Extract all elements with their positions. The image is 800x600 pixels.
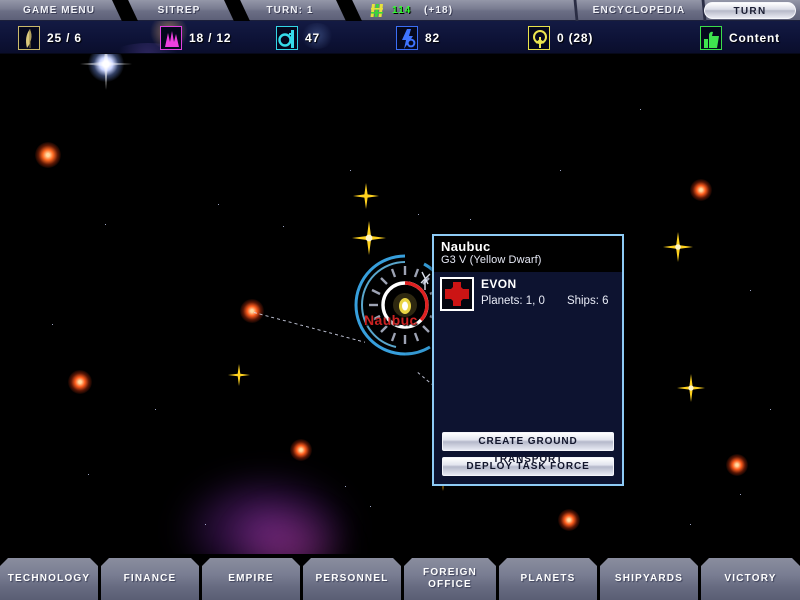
energy-icon [276, 25, 298, 50]
system-name: Naubuc [441, 239, 491, 254]
resource-research[interactable]: 82 [396, 25, 440, 50]
system-map-label: Naubuc [364, 312, 418, 328]
bg-star [418, 214, 419, 215]
bg-star [218, 204, 219, 205]
bg-star [560, 170, 561, 171]
morale-icon [700, 25, 722, 50]
star-yellow-2[interactable] [353, 183, 379, 209]
resource-intel-value: 0 (28) [557, 30, 594, 45]
star-yellow-6[interactable] [228, 364, 250, 386]
star-red-5[interactable] [290, 439, 312, 461]
resource-energy[interactable]: 47 [276, 25, 320, 50]
star-red-4[interactable] [690, 179, 712, 201]
bottom-tab-bar: TECHNOLOGY FINANCE EMPIRE PERSONNEL FORE… [0, 554, 800, 600]
encyclopedia-button[interactable]: ENCYCLOPEDIA [580, 0, 698, 21]
top-menu-bar: GAME MENU SITREP TURN: 1 114 (+18) ENCYC… [0, 0, 800, 21]
tab-foreign-office[interactable]: FOREIGN OFFICE [404, 558, 496, 600]
galaxy-map[interactable]: Naubuc Naubuc G3 V (Yellow Dwarf) EVON P… [0, 54, 800, 554]
tab-victory[interactable]: VICTORY [701, 558, 800, 600]
resource-food-value: 25 / 6 [47, 30, 82, 45]
bg-star [205, 524, 206, 525]
fleet-strength-icon [370, 4, 383, 17]
owner-row: EVON Planets: 1, 0 Ships: 6 [434, 272, 622, 311]
bg-star [750, 290, 751, 291]
resource-research-value: 82 [425, 30, 440, 45]
panel-header: Naubuc G3 V (Yellow Dwarf) [434, 236, 622, 272]
owner-name: EVON [481, 277, 517, 291]
research-icon [396, 25, 418, 50]
star-yellow-5[interactable] [677, 374, 705, 402]
planets-count: Planets: 1, 0 [481, 295, 545, 307]
deploy-task-force-button[interactable]: DEPLOY TASK FORCE [442, 457, 614, 476]
resource-industry-value: 18 / 12 [189, 30, 232, 45]
system-info-panel[interactable]: Naubuc G3 V (Yellow Dwarf) EVON Planets:… [432, 234, 624, 486]
star-yellow-3[interactable] [663, 232, 693, 262]
tab-finance[interactable]: FINANCE [101, 558, 199, 600]
star-red-2[interactable] [240, 299, 264, 323]
intel-icon [528, 25, 550, 50]
bg-star [770, 409, 771, 410]
resource-food[interactable]: 25 / 6 [18, 25, 82, 50]
game-menu-button[interactable]: GAME MENU [0, 0, 118, 21]
resource-industry[interactable]: 18 / 12 [160, 25, 231, 50]
bg-star [370, 506, 371, 507]
sitrep-button[interactable]: SITREP [134, 0, 224, 21]
resource-intel[interactable]: 0 (28) [528, 25, 593, 50]
resource-bar: 25 / 6 18 / 12 47 82 0 (28) Content [0, 21, 800, 54]
star-red-6[interactable] [558, 509, 580, 531]
star-red-3[interactable] [68, 370, 92, 394]
end-turn-button[interactable]: TURN [704, 2, 796, 19]
star-white[interactable] [88, 54, 124, 82]
divider-3 [336, 0, 362, 21]
resource-energy-value: 47 [305, 30, 320, 45]
ships-count: Ships: 6 [566, 295, 609, 307]
bg-star [155, 409, 156, 410]
tab-technology[interactable]: TECHNOLOGY [0, 558, 98, 600]
bg-star [105, 224, 106, 225]
bg-star [470, 219, 471, 220]
tab-empire[interactable]: EMPIRE [202, 558, 300, 600]
game-window: GAME MENU SITREP TURN: 1 114 (+18) ENCYC… [0, 0, 800, 600]
resource-morale-value: Content [729, 30, 780, 45]
resource-morale[interactable]: Content [700, 25, 780, 50]
panel-actions: CREATE GROUND TRANSPORT DEPLOY TASK FORC… [442, 426, 614, 476]
industry-icon [160, 25, 182, 50]
turn-counter: TURN: 1 [266, 5, 314, 16]
tab-personnel[interactable]: PERSONNEL [303, 558, 401, 600]
grain-icon [18, 25, 40, 50]
bg-star [283, 226, 284, 227]
star-red-1[interactable] [35, 142, 61, 168]
tab-planets[interactable]: PLANETS [499, 558, 597, 600]
bg-star [350, 170, 351, 171]
star-red-7[interactable] [726, 454, 748, 476]
travel-lane-1 [253, 312, 366, 343]
bg-star [640, 109, 641, 110]
bg-star [690, 524, 691, 525]
bg-star [345, 486, 346, 487]
bg-star [740, 494, 741, 495]
bg-star [88, 474, 89, 475]
star-class: G3 V (Yellow Dwarf) [441, 254, 542, 266]
score-value: 114 [392, 5, 412, 16]
create-ground-transport-button[interactable]: CREATE GROUND TRANSPORT [442, 432, 614, 465]
tab-shipyards[interactable]: SHIPYARDS [600, 558, 698, 600]
score-delta: (+18) [424, 5, 454, 16]
empire-emblem-icon [440, 277, 474, 311]
bg-star [52, 324, 53, 325]
